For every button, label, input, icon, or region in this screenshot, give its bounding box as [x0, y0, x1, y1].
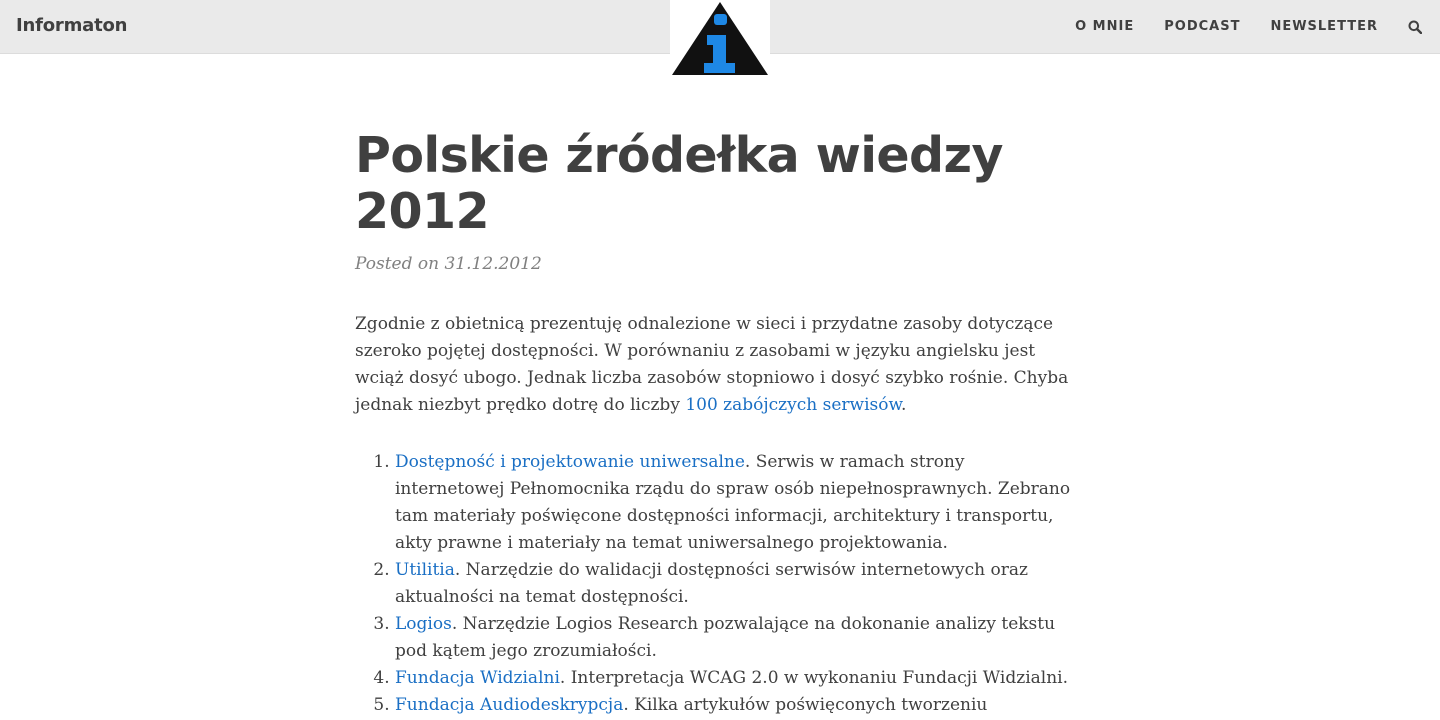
post-date: Posted on 31.12.2012 [355, 254, 542, 274]
resource-description: . Kilka artykułów poświęconych tworzeniu [623, 695, 988, 715]
nav-link-podcast[interactable]: PODCAST [1164, 19, 1240, 34]
post-title: Polskie źródełka wiedzy 2012 [355, 127, 1003, 240]
intro-end: . [901, 395, 907, 415]
nav-link-newsletter[interactable]: NEWSLETTER [1270, 19, 1378, 34]
info-triangle-icon [672, 2, 768, 75]
resource-link[interactable]: Logios [395, 614, 452, 634]
resource-description: . Narzędzie Logios Research pozwalające … [395, 614, 1056, 661]
resource-link[interactable]: Fundacja Widzialni [395, 668, 560, 688]
resource-description: . Interpretacja WCAG 2.0 w wykonaniu Fun… [559, 668, 1068, 688]
top-navbar: Informaton O MNIE PODCAST NEWSLETTER [0, 0, 1440, 79]
list-item: Logios. Narzędzie Logios Research pozwal… [395, 611, 1075, 665]
resource-link[interactable]: Dostępność i projektowanie uniwersalne [395, 452, 745, 472]
resource-link[interactable]: Fundacja Audiodeskrypcja [395, 695, 623, 715]
intro-paragraph: Zgodnie z obietnicą prezentuję odnalezio… [355, 311, 1075, 419]
post-body: Zgodnie z obietnicą prezentuję odnalezio… [355, 311, 1075, 719]
intro-link[interactable]: 100 zabójczych serwisów [685, 395, 901, 415]
site-brand-link[interactable]: Informaton [16, 15, 127, 36]
resource-description: . Narzędzie do walidacji dostępności ser… [395, 560, 1028, 607]
nav-link-o-mnie[interactable]: O MNIE [1075, 19, 1134, 34]
search-icon[interactable] [1408, 20, 1423, 34]
main-nav: O MNIE PODCAST NEWSLETTER [1045, 0, 1423, 53]
resource-list: Dostępność i projektowanie uniwersalne . … [355, 449, 1075, 719]
list-item: Dostępność i projektowanie uniwersalne. … [395, 449, 1075, 557]
site-logo[interactable] [670, 0, 770, 79]
list-item: Utilitia. Narzędzie do walidacji dostępn… [395, 557, 1075, 611]
list-item: Fundacja Widzialni. Interpretacja WCAG 2… [395, 665, 1075, 692]
resource-link[interactable]: Utilitia [395, 560, 455, 580]
post-article: Polskie źródełka wiedzy 2012 Posted on 3… [355, 128, 1085, 719]
list-item: Fundacja Audiodeskrypcja. Kilka artykułó… [395, 692, 1075, 719]
